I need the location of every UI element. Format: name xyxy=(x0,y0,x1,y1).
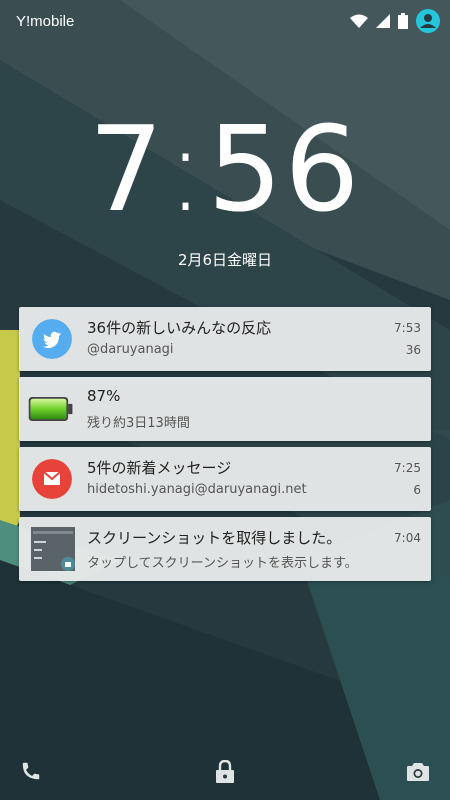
camera-icon[interactable] xyxy=(406,760,430,782)
user-avatar-icon[interactable] xyxy=(416,9,440,33)
clock-minute: 56 xyxy=(207,100,362,238)
notification-gmail[interactable]: 5件の新着メッセージ hidetoshi.yanagi@daruyanagi.n… xyxy=(19,447,431,511)
notification-count: 6 xyxy=(413,483,421,497)
notification-time: 7:25 xyxy=(394,461,421,475)
notification-screenshot[interactable]: スクリーンショットを取得しました。 タップしてスクリーンショットを表示します。 … xyxy=(19,517,431,581)
screenshot-thumbnail-icon xyxy=(31,527,75,571)
notification-battery[interactable]: 87% 残り約3日13時間 xyxy=(19,377,431,441)
notification-text: 残り約3日13時間 xyxy=(87,416,190,431)
lock-icon[interactable] xyxy=(214,760,236,784)
notification-title: 5件の新着メッセージ xyxy=(87,459,232,477)
notification-count: 36 xyxy=(405,343,421,357)
gmail-icon xyxy=(32,459,72,499)
lockscreen-shortcuts xyxy=(0,740,450,800)
battery-full-icon xyxy=(28,397,73,421)
notification-text: @daruyanagi xyxy=(87,342,174,357)
notification-list: 36件の新しいみんなの反応 @daruyanagi 7:53 36 87% 残り… xyxy=(19,307,431,587)
notification-time: 7:53 xyxy=(394,321,421,335)
notification-twitter[interactable]: 36件の新しいみんなの反応 @daruyanagi 7:53 36 xyxy=(19,307,431,371)
carrier-label: Y!mobile xyxy=(16,13,75,30)
battery-icon xyxy=(398,13,408,29)
notification-title: 87% xyxy=(87,387,121,405)
phone-icon[interactable] xyxy=(20,760,42,782)
lockscreen-clock: 7:56 xyxy=(88,100,362,238)
twitter-icon xyxy=(32,319,72,359)
notification-time: 7:04 xyxy=(394,531,421,545)
wifi-icon xyxy=(350,14,368,28)
notification-title: 36件の新しいみんなの反応 xyxy=(87,319,272,337)
lockscreen-date: 2月6日金曜日 xyxy=(177,251,273,269)
cell-signal-icon xyxy=(376,14,390,28)
clock-hour: 7 xyxy=(88,100,166,238)
status-bar: Y!mobile xyxy=(0,0,450,44)
notification-text: hidetoshi.yanagi@daruyanagi.net xyxy=(87,482,307,497)
notification-title: スクリーンショットを取得しました。 xyxy=(87,529,342,547)
notification-text: タップしてスクリーンショットを表示します。 xyxy=(87,556,358,571)
